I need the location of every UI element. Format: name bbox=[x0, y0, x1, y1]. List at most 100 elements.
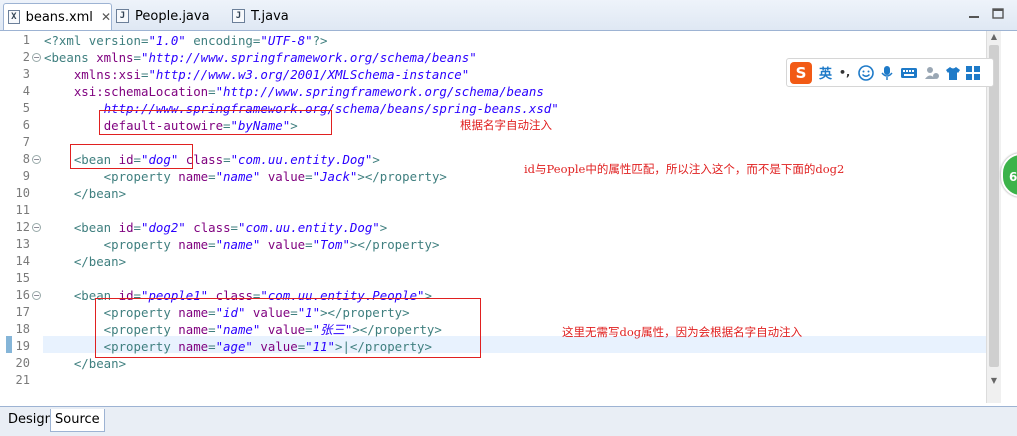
code-line[interactable]: <?xml version="1.0" encoding="UTF-8"?> bbox=[44, 32, 328, 49]
line-number: 10 bbox=[15, 186, 30, 200]
code-token: <property bbox=[44, 237, 179, 252]
code-token: "com.uu.entity.Dog" bbox=[230, 152, 373, 167]
toolbox-grid-icon[interactable] bbox=[966, 65, 981, 80]
ime-language-toggle[interactable]: 英 bbox=[819, 63, 832, 82]
code-token: "1.0" bbox=[148, 33, 186, 48]
code-token: = bbox=[305, 237, 313, 252]
code-token: </bean> bbox=[44, 254, 127, 269]
user-account-icon[interactable] bbox=[924, 65, 940, 81]
tab-source[interactable]: Source bbox=[50, 409, 105, 432]
line-number: 16 bbox=[15, 288, 30, 302]
code-token: = bbox=[208, 169, 216, 184]
scroll-down-icon[interactable]: ▼ bbox=[987, 375, 1001, 387]
code-line[interactable]: <property name="name" value="Tom"></prop… bbox=[44, 236, 440, 253]
code-token: name bbox=[178, 169, 209, 184]
code-token: "Tom" bbox=[312, 237, 350, 252]
tab-label: T.java bbox=[251, 8, 289, 24]
code-token: ?> bbox=[312, 33, 328, 48]
emoji-icon[interactable] bbox=[858, 64, 875, 81]
line-number: 11 bbox=[15, 203, 30, 217]
tab-people-java[interactable]: J People.java bbox=[116, 3, 210, 29]
code-line[interactable]: xsi:schemaLocation="http://www.springfra… bbox=[44, 83, 544, 100]
fold-toggle-icon[interactable]: − bbox=[32, 155, 41, 164]
annotation-box-properties bbox=[95, 298, 481, 358]
line-number: 21 bbox=[15, 373, 30, 387]
tab-t-java[interactable]: J T.java bbox=[232, 3, 289, 29]
code-token: "UTF-8" bbox=[260, 33, 313, 48]
line-number: 20 bbox=[15, 356, 30, 370]
line-number: 8 bbox=[22, 152, 30, 166]
java-file-icon: J bbox=[116, 9, 129, 23]
code-token: > bbox=[379, 220, 388, 235]
keyboard-icon[interactable] bbox=[900, 66, 918, 80]
line-number: 9 bbox=[22, 169, 30, 183]
skin-shirt-icon[interactable] bbox=[945, 65, 961, 81]
code-line[interactable]: xmlns:xsi="http://www.w3.org/2001/XMLSch… bbox=[44, 66, 469, 83]
line-number: 15 bbox=[15, 271, 30, 285]
editor-tab-bar: X beans.xml ✕ J People.java J T.java bbox=[0, 0, 1017, 31]
code-token: = bbox=[208, 84, 216, 99]
line-number: 18 bbox=[15, 322, 30, 336]
annotation-no-dog: 这里无需写dog属性，因为会根据名字自动注入 bbox=[562, 325, 803, 339]
code-token: </bean> bbox=[44, 356, 127, 371]
code-token: <property bbox=[44, 169, 179, 184]
annotation-box-bean-id bbox=[70, 144, 193, 169]
ime-punctuation-toggle[interactable]: •, bbox=[839, 66, 850, 79]
line-number: 5 bbox=[22, 101, 30, 115]
line-number: 19 bbox=[15, 339, 30, 353]
tab-design[interactable]: Design bbox=[4, 409, 57, 431]
code-token: > bbox=[372, 152, 380, 167]
xml-file-icon: X bbox=[8, 10, 20, 24]
code-line[interactable]: </bean> bbox=[44, 185, 126, 202]
code-token: = bbox=[230, 220, 239, 235]
code-token: "http://www.springframework.org/schema/b… bbox=[141, 50, 477, 65]
editor-mode-tabs: Design Source bbox=[0, 406, 1017, 436]
code-token: "http://www.springframework.org/schema/b… bbox=[215, 84, 544, 99]
line-number: 4 bbox=[22, 84, 30, 98]
annotation-box-autowire bbox=[99, 110, 332, 135]
code-line[interactable]: <bean id="dog2" class="com.uu.entity.Dog… bbox=[44, 219, 387, 236]
annotation-id-match: id与People中的属性匹配，所以注入这个，而不是下面的dog2 bbox=[524, 162, 845, 176]
code-token: ></property> bbox=[349, 237, 440, 252]
tab-label: People.java bbox=[135, 8, 210, 24]
tab-label: beans.xml bbox=[25, 9, 93, 25]
code-token: "name" bbox=[215, 237, 261, 252]
code-token: </bean> bbox=[44, 186, 127, 201]
code-line[interactable]: </bean> bbox=[44, 253, 126, 270]
fold-toggle-icon[interactable]: − bbox=[32, 223, 41, 232]
fold-toggle-icon[interactable]: − bbox=[32, 291, 41, 300]
code-token: <bean bbox=[44, 220, 119, 235]
minimize-icon[interactable] bbox=[966, 7, 982, 21]
code-token: xmlns bbox=[96, 50, 134, 65]
tab-beans-xml[interactable]: X beans.xml ✕ bbox=[3, 3, 112, 30]
code-token: = bbox=[208, 237, 216, 252]
line-number: 3 bbox=[22, 67, 30, 81]
code-line[interactable]: <property name="name" value="Jack"></pro… bbox=[44, 168, 447, 185]
code-token: class bbox=[193, 220, 231, 235]
line-number: 2 bbox=[22, 50, 30, 64]
code-token: = bbox=[133, 50, 141, 65]
scrollbar-thumb[interactable] bbox=[989, 45, 999, 367]
scroll-up-icon[interactable]: ▲ bbox=[987, 31, 1001, 43]
ime-toolbar: S 英 •, bbox=[786, 58, 994, 87]
code-token: = bbox=[223, 152, 231, 167]
close-icon[interactable]: ✕ bbox=[101, 10, 111, 24]
sogou-logo-icon[interactable]: S bbox=[790, 61, 812, 84]
code-token: "http://www.w3.org/2001/XMLSchema-instan… bbox=[148, 67, 470, 82]
fold-toggle-icon[interactable]: − bbox=[32, 53, 41, 62]
line-number: 13 bbox=[15, 237, 30, 251]
code-token: encoding= bbox=[185, 33, 261, 48]
code-token: xsi:schemaLocation bbox=[73, 84, 209, 99]
code-token: "com.uu.entity.Dog" bbox=[238, 220, 380, 235]
maximize-icon[interactable] bbox=[990, 7, 1006, 21]
microphone-icon[interactable] bbox=[880, 65, 894, 81]
line-number: 14 bbox=[15, 254, 30, 268]
annotation-by-name: 根据名字自动注入 bbox=[460, 118, 552, 132]
code-token: xmlns:xsi bbox=[73, 67, 141, 82]
floating-speed-badge[interactable]: 6 bbox=[1001, 153, 1017, 197]
code-line[interactable]: <beans xmlns="http://www.springframework… bbox=[44, 49, 477, 66]
